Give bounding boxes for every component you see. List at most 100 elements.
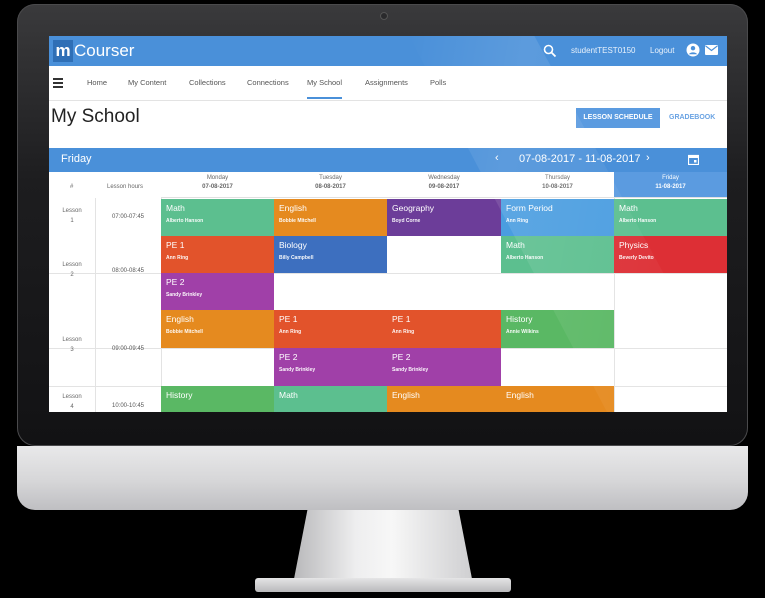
lesson-cell[interactable]: History Annie Wilkins bbox=[501, 310, 614, 348]
nav-tab-my-content[interactable]: My Content bbox=[128, 66, 166, 99]
lesson-cell[interactable]: PE 1 Ann Ring bbox=[274, 310, 387, 348]
nav-tab-collections[interactable]: Collections bbox=[189, 66, 226, 99]
cell-subject: English bbox=[166, 314, 194, 324]
cell-subject: Math bbox=[166, 203, 185, 213]
day-name: Thursday bbox=[544, 175, 570, 181]
lesson-cell[interactable]: Biology Billy Campbell bbox=[274, 236, 387, 273]
day-header: Monday 07-08-2017 bbox=[161, 172, 274, 198]
cell-teacher: Sandy Brinkley bbox=[279, 367, 316, 373]
day-date: 08-08-2017 bbox=[315, 184, 346, 190]
day-date: 10-08-2017 bbox=[542, 184, 573, 190]
day-header: Tuesday 08-08-2017 bbox=[274, 172, 387, 198]
lesson-cell[interactable]: English Bobbie Mitchell bbox=[274, 199, 387, 236]
account-icon[interactable] bbox=[686, 43, 700, 57]
lesson-label: Lesson 2 bbox=[49, 260, 95, 280]
lesson-cell[interactable]: PE 2 Sandy Brinkley bbox=[274, 348, 387, 386]
lesson-cell[interactable]: Geography Boyd Corne bbox=[387, 199, 501, 236]
main-nav: Home My Content Collections Connections … bbox=[49, 66, 727, 101]
lesson-cell[interactable]: PE 1 Ann Ring bbox=[387, 310, 501, 348]
day-header: Thursday 10-08-2017 bbox=[501, 172, 614, 198]
day-name: Wednesday bbox=[428, 175, 460, 181]
app-logo[interactable]: m Courser bbox=[53, 40, 134, 62]
cell-subject: Geography bbox=[392, 203, 435, 213]
nav-tab-my-school[interactable]: My School bbox=[307, 66, 343, 99]
nav-tab-assignments[interactable]: Assignments bbox=[365, 66, 408, 99]
page-title: My School bbox=[51, 106, 140, 127]
day-date: 11-08-2017 bbox=[655, 184, 686, 190]
lesson-word: Lesson bbox=[62, 337, 82, 343]
nav-tab-connections[interactable]: Connections bbox=[247, 66, 289, 99]
chevron-right-icon[interactable]: › bbox=[646, 152, 650, 164]
lesson-time: 10:00-10:45 bbox=[111, 403, 145, 409]
cell-subject: English bbox=[506, 390, 534, 400]
monitor-stand-base bbox=[255, 578, 511, 592]
lesson-cell[interactable]: Math Alberto Hanson bbox=[501, 236, 614, 273]
cell-subject: Form Period bbox=[506, 203, 553, 213]
cell-teacher: Ann Ring bbox=[392, 329, 415, 335]
lesson-cell[interactable]: Math bbox=[274, 386, 387, 412]
monitor-stand-neck bbox=[293, 510, 473, 584]
cell-teacher: Beverly Devito bbox=[619, 255, 654, 261]
mail-icon[interactable] bbox=[705, 45, 718, 55]
search-icon[interactable] bbox=[543, 44, 557, 58]
menu-icon[interactable] bbox=[53, 78, 63, 88]
lesson-cell[interactable]: PE 1 Ann Ring bbox=[161, 236, 274, 273]
lesson-cell[interactable]: PE 2 Sandy Brinkley bbox=[161, 273, 274, 310]
day-date: 09-08-2017 bbox=[428, 184, 460, 190]
day-date: 07-08-2017 bbox=[202, 184, 233, 190]
cell-subject: PE 2 bbox=[392, 352, 411, 362]
lesson-cell[interactable]: PE 2 Sandy Brinkley bbox=[387, 348, 501, 386]
day-name: Tuesday bbox=[319, 175, 342, 181]
cell-teacher: Ann Ring bbox=[279, 329, 302, 335]
lesson-cell[interactable]: Math Alberto Hanson bbox=[161, 199, 274, 236]
cell-teacher: Alberto Hanson bbox=[166, 218, 204, 224]
lesson-time: 08:00-08:45 bbox=[111, 268, 145, 274]
cell-teacher: Boyd Corne bbox=[392, 218, 421, 224]
lesson-cell[interactable]: Physics Beverly Devito bbox=[614, 236, 727, 273]
cell-teacher: Bobbie Mitchell bbox=[279, 218, 316, 224]
chevron-left-icon[interactable]: ‹ bbox=[495, 152, 499, 164]
cell-subject: Math bbox=[619, 203, 638, 213]
lesson-cell[interactable]: English bbox=[387, 386, 501, 412]
nav-tab-polls[interactable]: Polls bbox=[430, 66, 446, 99]
cell-subject: PE 1 bbox=[279, 314, 298, 324]
lesson-label: Lesson 4 bbox=[49, 392, 95, 412]
nav-tab-home[interactable]: Home bbox=[87, 66, 107, 99]
logout-link[interactable]: Logout bbox=[650, 46, 674, 55]
cell-teacher: Bobbie Mitchell bbox=[166, 329, 203, 335]
lesson-cell[interactable]: Form Period Ann Ring bbox=[501, 199, 614, 236]
lesson-cell[interactable]: Math Alberto Hanson bbox=[614, 199, 727, 236]
lesson-time: 07:00-07:45 bbox=[111, 214, 145, 220]
cell-subject: English bbox=[392, 390, 420, 400]
col-header-hours: Lesson hours bbox=[107, 184, 144, 190]
day-header-today: Friday 11-08-2017 bbox=[614, 172, 727, 198]
lesson-cell[interactable]: English Bobbie Mitchell bbox=[161, 310, 274, 348]
monitor-chin bbox=[17, 446, 748, 510]
lesson-word: Lesson bbox=[62, 262, 82, 268]
cell-teacher: Billy Campbell bbox=[279, 255, 314, 261]
lesson-number: 1 bbox=[70, 218, 74, 224]
lesson-word: Lesson bbox=[62, 208, 82, 214]
cell-subject: Physics bbox=[619, 240, 649, 250]
lesson-schedule-button[interactable]: LESSON SCHEDULE bbox=[576, 108, 660, 128]
username-label[interactable]: studentTEST0150 bbox=[571, 46, 635, 55]
current-day-label: Friday bbox=[61, 153, 92, 165]
cell-subject: English bbox=[279, 203, 307, 213]
cell-subject: History bbox=[166, 390, 193, 400]
lesson-number: 3 bbox=[70, 347, 74, 353]
cell-subject: History bbox=[506, 314, 533, 324]
cell-teacher: Sandy Brinkley bbox=[392, 367, 429, 373]
lesson-cell[interactable]: English bbox=[501, 386, 614, 412]
lesson-cell[interactable]: History bbox=[161, 386, 274, 412]
calendar-icon[interactable] bbox=[688, 154, 699, 165]
cell-subject: Math bbox=[506, 240, 525, 250]
app-screen: m Courser studentTEST0150 Logout Home My… bbox=[49, 36, 727, 412]
cell-subject: PE 2 bbox=[279, 352, 298, 362]
cell-teacher: Ann Ring bbox=[166, 255, 189, 261]
lesson-label: Lesson 1 bbox=[49, 206, 95, 226]
timetable: # Lesson hours Monday 07-08-2017 Tuesday… bbox=[49, 172, 727, 412]
lesson-word: Lesson bbox=[62, 394, 82, 400]
cell-subject: Biology bbox=[279, 240, 307, 250]
gradebook-button[interactable]: GRADEBOOK bbox=[669, 108, 715, 128]
week-range: 07-08-2017 - 11-08-2017 bbox=[519, 153, 641, 165]
